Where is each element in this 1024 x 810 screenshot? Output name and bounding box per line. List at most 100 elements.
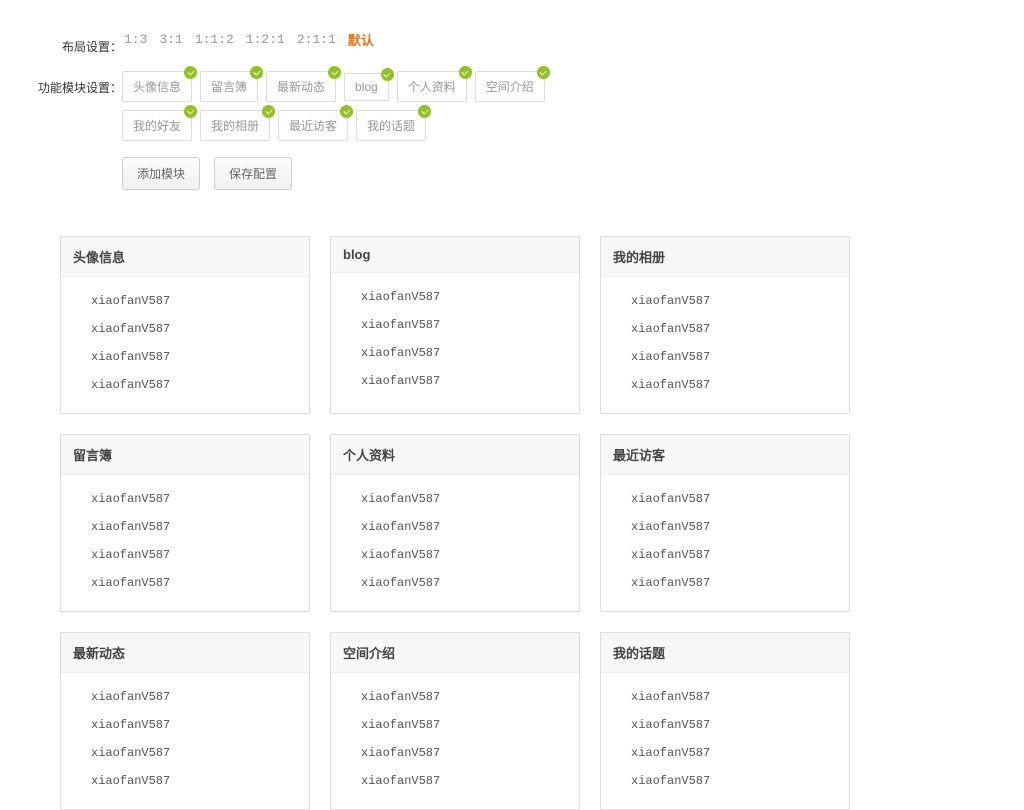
module-tag-label: 我的相册	[211, 119, 259, 133]
check-icon	[262, 105, 275, 118]
panel-个人资料: 个人资料xiaofanV587xiaofanV587xiaofanV587xia…	[330, 434, 580, 612]
save-config-button[interactable]: 保存配置	[214, 157, 292, 190]
list-item: xiaofanV587	[343, 711, 567, 739]
module-tag-blog[interactable]: blog	[344, 73, 389, 101]
panel-body: xiaofanV587xiaofanV587xiaofanV587xiaofan…	[601, 475, 849, 611]
layout-option-1:3[interactable]: 1:3	[122, 32, 149, 47]
list-item: xiaofanV587	[343, 283, 567, 311]
module-tag-label: 头像信息	[133, 80, 181, 94]
list-item: xiaofanV587	[343, 683, 567, 711]
list-item: xiaofanV587	[343, 311, 567, 339]
list-item: xiaofanV587	[73, 343, 297, 371]
module-tag-留言簿[interactable]: 留言簿	[200, 71, 258, 102]
module-tag-最新动态[interactable]: 最新动态	[266, 71, 336, 102]
panel-header: 个人资料	[331, 435, 579, 475]
list-item: xiaofanV587	[343, 367, 567, 395]
panel-body: xiaofanV587xiaofanV587xiaofanV587xiaofan…	[601, 277, 849, 413]
list-item: xiaofanV587	[613, 287, 837, 315]
panel-header: blog	[331, 237, 579, 273]
list-item: xiaofanV587	[73, 683, 297, 711]
panel-我的话题: 我的话题xiaofanV587xiaofanV587xiaofanV587xia…	[600, 632, 850, 810]
module-tag-label: 空间介绍	[486, 80, 534, 94]
panel-header: 最新动态	[61, 633, 309, 673]
list-item: xiaofanV587	[73, 371, 297, 399]
check-icon	[459, 66, 472, 79]
layout-option-1:2:1[interactable]: 1:2:1	[244, 32, 287, 47]
panel-body: xiaofanV587xiaofanV587xiaofanV587xiaofan…	[61, 673, 309, 809]
panel-header: 最近访客	[601, 435, 849, 475]
panel-header: 留言簿	[61, 435, 309, 475]
module-tag-label: 最近访客	[289, 119, 337, 133]
check-icon	[537, 66, 550, 79]
panel-header: 我的相册	[601, 237, 849, 277]
list-item: xiaofanV587	[73, 513, 297, 541]
list-item: xiaofanV587	[73, 569, 297, 597]
panel-我的相册: 我的相册xiaofanV587xiaofanV587xiaofanV587xia…	[600, 236, 850, 414]
list-item: xiaofanV587	[613, 485, 837, 513]
list-item: xiaofanV587	[613, 513, 837, 541]
panels-grid: 头像信息xiaofanV587xiaofanV587xiaofanV587xia…	[0, 206, 1024, 810]
list-item: xiaofanV587	[613, 739, 837, 767]
module-tag-空间介绍[interactable]: 空间介绍	[475, 71, 545, 102]
panel-header: 我的话题	[601, 633, 849, 673]
list-item: xiaofanV587	[343, 513, 567, 541]
module-tag-我的好友[interactable]: 我的好友	[122, 110, 192, 141]
panel-空间介绍: 空间介绍xiaofanV587xiaofanV587xiaofanV587xia…	[330, 632, 580, 810]
panel-body: xiaofanV587xiaofanV587xiaofanV587xiaofan…	[61, 277, 309, 413]
panel-header: 头像信息	[61, 237, 309, 277]
panel-留言簿: 留言簿xiaofanV587xiaofanV587xiaofanV587xiao…	[60, 434, 310, 612]
list-item: xiaofanV587	[343, 339, 567, 367]
module-tag-头像信息[interactable]: 头像信息	[122, 71, 192, 102]
list-item: xiaofanV587	[73, 541, 297, 569]
list-item: xiaofanV587	[73, 287, 297, 315]
list-item: xiaofanV587	[73, 315, 297, 343]
list-item: xiaofanV587	[613, 371, 837, 399]
list-item: xiaofanV587	[73, 767, 297, 795]
module-tag-最近访客[interactable]: 最近访客	[278, 110, 348, 141]
module-tag-label: 留言簿	[211, 80, 247, 94]
action-buttons-row: 添加模块 保存配置	[36, 157, 1024, 190]
panel-body: xiaofanV587xiaofanV587xiaofanV587xiaofan…	[331, 673, 579, 809]
panel-header: 空间介绍	[331, 633, 579, 673]
module-tag-label: 我的话题	[367, 119, 415, 133]
list-item: xiaofanV587	[613, 711, 837, 739]
list-item: xiaofanV587	[613, 541, 837, 569]
list-item: xiaofanV587	[343, 485, 567, 513]
list-item: xiaofanV587	[343, 569, 567, 597]
panel-最近访客: 最近访客xiaofanV587xiaofanV587xiaofanV587xia…	[600, 434, 850, 612]
list-item: xiaofanV587	[73, 485, 297, 513]
panel-body: xiaofanV587xiaofanV587xiaofanV587xiaofan…	[61, 475, 309, 611]
panel-最新动态: 最新动态xiaofanV587xiaofanV587xiaofanV587xia…	[60, 632, 310, 810]
layout-option-1:1:2[interactable]: 1:1:2	[193, 32, 236, 47]
module-tag-个人资料[interactable]: 个人资料	[397, 71, 467, 102]
module-tag-label: 我的好友	[133, 119, 181, 133]
add-module-button[interactable]: 添加模块	[122, 157, 200, 190]
check-icon	[381, 68, 394, 81]
list-item: xiaofanV587	[613, 315, 837, 343]
check-icon	[184, 105, 197, 118]
module-tag-我的话题[interactable]: 我的话题	[356, 110, 426, 141]
list-item: xiaofanV587	[343, 767, 567, 795]
check-icon	[340, 105, 353, 118]
module-tag-label: blog	[355, 80, 378, 94]
module-tag-label: 个人资料	[408, 80, 456, 94]
module-setting-label: 功能模块设置：	[36, 71, 122, 96]
layout-option-2:1:1[interactable]: 2:1:1	[295, 32, 338, 47]
list-item: xiaofanV587	[73, 711, 297, 739]
panel-body: xiaofanV587xiaofanV587xiaofanV587xiaofan…	[331, 273, 579, 409]
layout-option-3:1[interactable]: 3:1	[157, 32, 184, 47]
layout-option-默认[interactable]: 默认	[346, 30, 376, 49]
list-item: xiaofanV587	[613, 683, 837, 711]
list-item: xiaofanV587	[613, 767, 837, 795]
list-item: xiaofanV587	[343, 739, 567, 767]
list-item: xiaofanV587	[613, 343, 837, 371]
layout-setting-row: 布局设置： 1:3 3:1 1:1:2 1:2:1 2:1:1 默认	[36, 30, 1024, 55]
check-icon	[328, 66, 341, 79]
list-item: xiaofanV587	[613, 569, 837, 597]
panel-body: xiaofanV587xiaofanV587xiaofanV587xiaofan…	[601, 673, 849, 809]
module-tag-我的相册[interactable]: 我的相册	[200, 110, 270, 141]
check-icon	[418, 105, 431, 118]
panel-body: xiaofanV587xiaofanV587xiaofanV587xiaofan…	[331, 475, 579, 611]
layout-setting-label: 布局设置：	[36, 30, 122, 55]
module-tags-container: 头像信息 留言簿 最新动态 blog 个人资料 空间介绍我的好友 我的相册 最近访客 我的话题	[122, 71, 622, 141]
